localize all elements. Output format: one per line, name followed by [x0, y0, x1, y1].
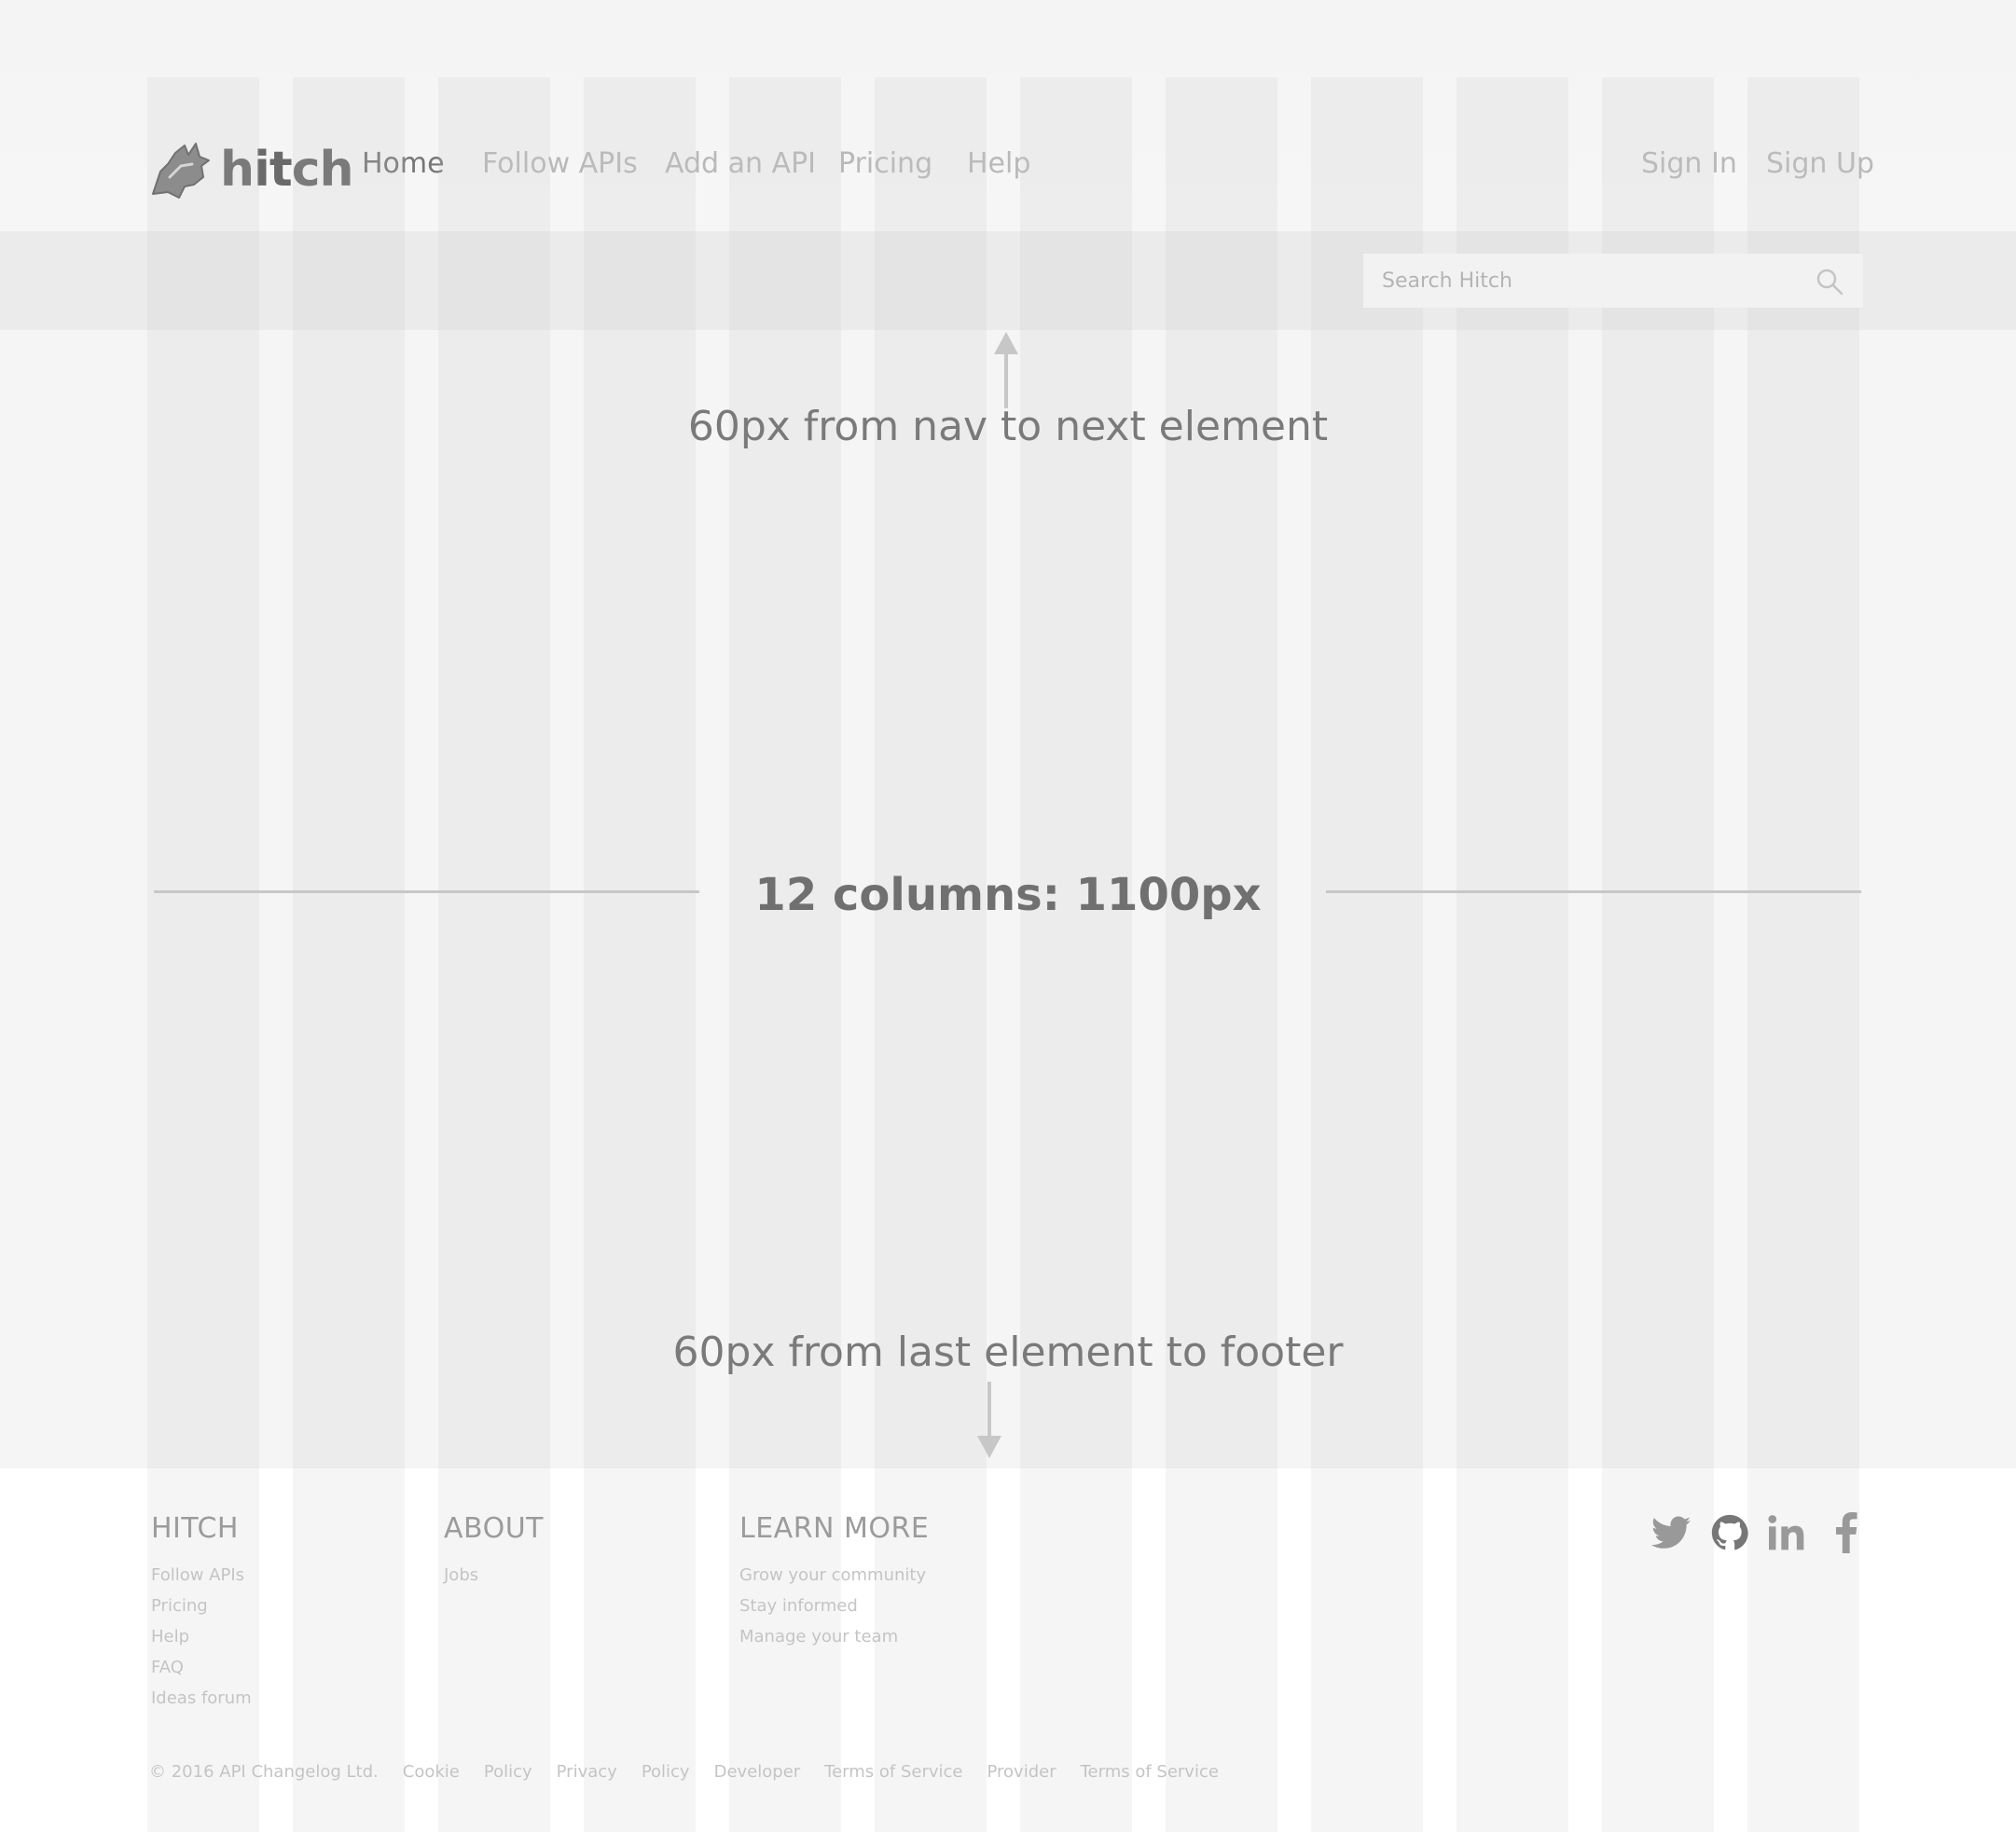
- footer-link-pricing[interactable]: Pricing: [151, 1591, 252, 1621]
- legal-link-policy-2[interactable]: Policy: [642, 1762, 690, 1782]
- grid-width-annotation: 12 columns: 1100px: [754, 869, 1262, 921]
- arrow-up-icon: [994, 332, 1018, 408]
- legal-link-terms-1[interactable]: Terms of Service: [824, 1762, 962, 1782]
- footer-link-manage-your-team[interactable]: Manage your team: [739, 1621, 929, 1652]
- search-box[interactable]: [1363, 254, 1863, 308]
- search-icon[interactable]: [1815, 267, 1844, 296]
- legal-link-provider[interactable]: Provider: [987, 1762, 1056, 1782]
- wolf-logo-icon: [152, 143, 210, 199]
- footer-link-follow-apis[interactable]: Follow APIs: [151, 1560, 252, 1591]
- nav-follow-apis[interactable]: Follow APIs: [482, 147, 638, 180]
- facebook-icon[interactable]: [1826, 1512, 1867, 1553]
- copyright-text: © 2016 API Changelog Ltd.: [149, 1762, 379, 1782]
- footer-link-help[interactable]: Help: [151, 1621, 252, 1652]
- brand-name: hitch: [220, 142, 354, 198]
- footer-link-grow-your-community[interactable]: Grow your community: [739, 1560, 929, 1591]
- footer-spacing-annotation: 60px from last element to footer: [672, 1329, 1344, 1376]
- footer-link-faq[interactable]: FAQ: [151, 1652, 252, 1683]
- width-rule-right: [1326, 890, 1861, 893]
- nav-pricing[interactable]: Pricing: [838, 147, 932, 180]
- legal-link-developer[interactable]: Developer: [714, 1762, 801, 1782]
- github-icon[interactable]: [1709, 1512, 1750, 1553]
- footer-heading-hitch: HITCH: [151, 1512, 239, 1545]
- nav-help[interactable]: Help: [967, 147, 1030, 180]
- logo[interactable]: hitch: [147, 136, 354, 203]
- footer-heading-learn-more: LEARN MORE: [739, 1512, 930, 1545]
- footer-heading-about: ABOUT: [444, 1512, 544, 1545]
- footer-link-stay-informed[interactable]: Stay informed: [739, 1591, 929, 1621]
- twitter-icon[interactable]: [1650, 1512, 1692, 1553]
- footer-column-about: ABOUT Jobs: [444, 1512, 544, 1591]
- footer-link-jobs[interactable]: Jobs: [444, 1560, 544, 1591]
- legal-link-cookie[interactable]: Cookie: [403, 1762, 460, 1782]
- footer-column-learn-more: LEARN MORE Grow your community Stay info…: [739, 1512, 929, 1652]
- nav-spacing-annotation: 60px from nav to next element: [687, 403, 1329, 450]
- linkedin-icon[interactable]: [1767, 1512, 1808, 1553]
- search-input[interactable]: [1380, 268, 1813, 294]
- sign-up-link[interactable]: Sign Up: [1766, 147, 1874, 180]
- footer-legal: © 2016 API Changelog Ltd. Cookie Policy …: [149, 1762, 1243, 1782]
- legal-link-policy-1[interactable]: Policy: [484, 1762, 532, 1782]
- footer-column-hitch: HITCH Follow APIs Pricing Help FAQ Ideas…: [151, 1512, 252, 1714]
- arrow-down-icon: [977, 1382, 1001, 1458]
- legal-link-terms-2[interactable]: Terms of Service: [1081, 1762, 1219, 1782]
- nav-home[interactable]: Home: [362, 147, 445, 180]
- legal-link-privacy[interactable]: Privacy: [557, 1762, 617, 1782]
- social-links: [1650, 1507, 1867, 1559]
- footer-link-ideas-forum[interactable]: Ideas forum: [151, 1683, 252, 1714]
- sign-in-link[interactable]: Sign In: [1641, 147, 1737, 180]
- nav-add-an-api[interactable]: Add an API: [665, 147, 816, 180]
